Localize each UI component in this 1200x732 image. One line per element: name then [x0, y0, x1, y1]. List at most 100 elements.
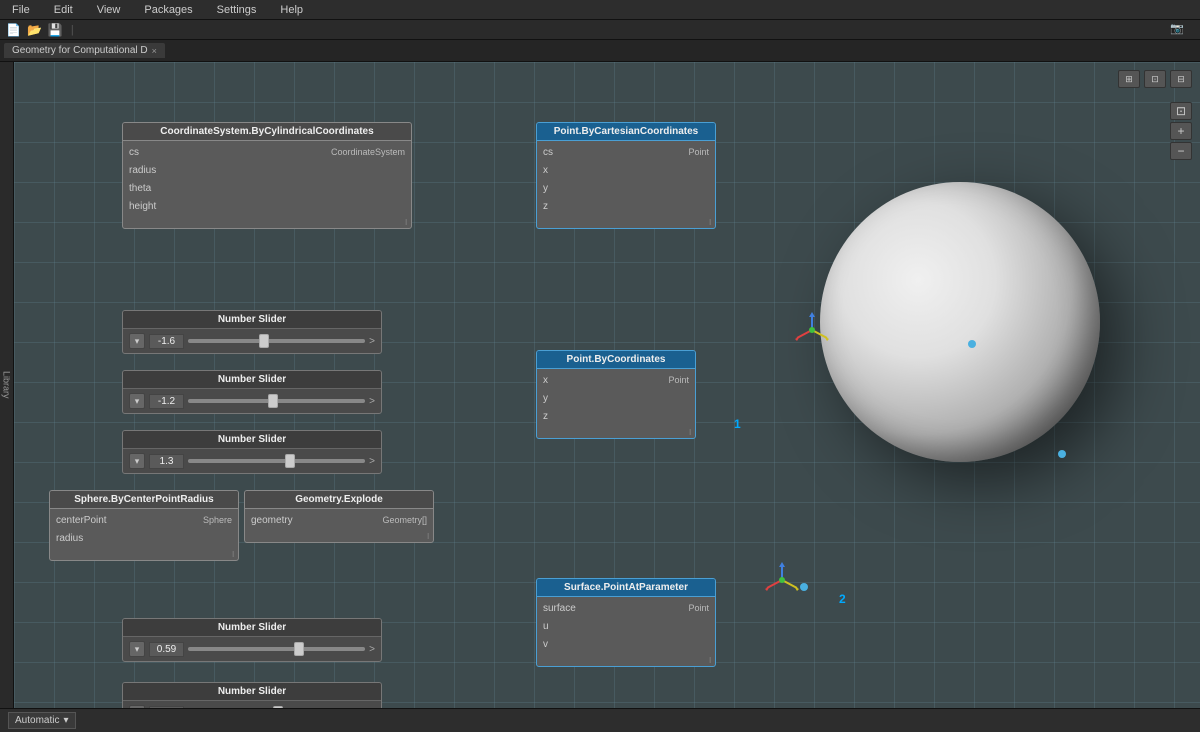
port-row-pbc-cs: cs Point: [537, 143, 715, 161]
node-point-cartesian[interactable]: Point.ByCartesianCoordinates cs Point x …: [536, 122, 716, 229]
active-tab[interactable]: Geometry for Computational D ×: [4, 43, 165, 58]
node-pbc2-header: Point.ByCoordinates: [537, 351, 695, 369]
menu-view[interactable]: View: [93, 4, 125, 16]
slider-4-thumb[interactable]: [294, 642, 304, 656]
node-sphere[interactable]: Sphere.ByCenterPointRadius centerPoint S…: [49, 490, 239, 561]
slider-3-down[interactable]: ▾: [129, 453, 145, 469]
port-row-pbc-y: y: [537, 179, 715, 197]
port-row-theta: theta: [123, 179, 411, 197]
slider-2-body: ▾ -1.2 >: [123, 389, 381, 413]
sphere-shape: [820, 182, 1100, 462]
main-layout: Library: [0, 62, 1200, 708]
port-row-radius: radius: [123, 161, 411, 179]
canvas-btn-2[interactable]: ⊡: [1144, 70, 1166, 88]
library-sidebar[interactable]: Library: [0, 62, 14, 708]
slider-3-gt[interactable]: >: [369, 456, 375, 467]
node-surface-header: Surface.PointAtParameter: [537, 579, 715, 597]
sphere-dot: [968, 340, 976, 348]
point-label-2: 2: [839, 592, 846, 606]
node-pbc2-footer: l: [537, 427, 695, 438]
menu-edit[interactable]: Edit: [50, 4, 77, 16]
slider-node-2[interactable]: Number Slider ▾ -1.2 >: [122, 370, 382, 414]
slider-2-value: -1.2: [149, 394, 184, 409]
port-row-height: height: [123, 197, 411, 215]
slider-node-5[interactable]: Number Slider ▾ 0.33 >: [122, 682, 382, 708]
node-surface-footer: l: [537, 655, 715, 666]
menubar: File Edit View Packages Settings Help: [0, 0, 1200, 20]
slider-2-thumb[interactable]: [268, 394, 278, 408]
port-row-surf-surface: surface Point: [537, 599, 715, 617]
slider-5-gt[interactable]: >: [369, 708, 375, 709]
slider-5-thumb[interactable]: [273, 706, 283, 708]
menu-help[interactable]: Help: [276, 4, 307, 16]
port-row-pbc2-z: z: [537, 407, 695, 425]
menu-packages[interactable]: Packages: [140, 4, 196, 16]
axis-svg-2: [762, 560, 802, 600]
node-explode-footer: l: [245, 531, 433, 542]
toolbar-save-icon[interactable]: 💾: [48, 23, 63, 37]
canvas-btn-1[interactable]: ⊞: [1118, 70, 1140, 88]
port-row-pbc-z: z: [537, 197, 715, 215]
toolbar-open-icon[interactable]: 📂: [27, 23, 42, 37]
slider-1-down[interactable]: ▾: [129, 333, 145, 349]
node-point-bycoords[interactable]: Point.ByCoordinates x Point y z l: [536, 350, 696, 439]
slider-1-thumb[interactable]: [259, 334, 269, 348]
port-row-sphere-cp: centerPoint Sphere: [50, 511, 238, 529]
slider-4-gt[interactable]: >: [369, 644, 375, 655]
menu-file[interactable]: File: [8, 4, 34, 16]
slider-1-gt[interactable]: >: [369, 336, 375, 347]
slider-3-track[interactable]: [188, 459, 365, 463]
slider-3-thumb[interactable]: [285, 454, 295, 468]
slider-2-down[interactable]: ▾: [129, 393, 145, 409]
node-sphere-body: centerPoint Sphere radius: [50, 509, 238, 549]
node-coord-header: CoordinateSystem.ByCylindricalCoordinate…: [123, 123, 411, 141]
canvas[interactable]: CoordinateSystem.ByCylindricalCoordinate…: [14, 62, 1200, 708]
slider-3-body: ▾ 1.3 >: [123, 449, 381, 473]
node-surface-body: surface Point u v: [537, 597, 715, 655]
menu-settings[interactable]: Settings: [213, 4, 261, 16]
slider-2-gt[interactable]: >: [369, 396, 375, 407]
zoom-fit-button[interactable]: ⊡: [1170, 102, 1192, 120]
slider-node-4[interactable]: Number Slider ▾ 0.59 >: [122, 618, 382, 662]
node-geometry-explode[interactable]: Geometry.Explode geometry Geometry[] l: [244, 490, 434, 543]
run-mode-dropdown[interactable]: Automatic ▾: [8, 712, 76, 729]
point-label-1: 1: [734, 417, 741, 431]
node-surface-point[interactable]: Surface.PointAtParameter surface Point u…: [536, 578, 716, 667]
canvas-btn-3[interactable]: ⊟: [1170, 70, 1192, 88]
node-point-cartesian-header: Point.ByCartesianCoordinates: [537, 123, 715, 141]
run-mode-label: Automatic: [15, 715, 59, 726]
port-row-surf-v: v: [537, 635, 715, 653]
slider-2-track[interactable]: [188, 399, 365, 403]
toolbar-screenshot-icon[interactable]: 📷: [1170, 22, 1184, 35]
slider-3-value: 1.3: [149, 454, 184, 469]
slider-node-1[interactable]: Number Slider ▾ -1.6 >: [122, 310, 382, 354]
canvas-toolbar: ⊞ ⊡ ⊟: [1118, 70, 1192, 88]
tab-close-button[interactable]: ×: [152, 46, 157, 56]
slider-1-track[interactable]: [188, 339, 365, 343]
port-row-pbc2-x: x Point: [537, 371, 695, 389]
port-row-pbc2-y: y: [537, 389, 695, 407]
zoom-out-button[interactable]: −: [1170, 142, 1192, 160]
node-explode-header: Geometry.Explode: [245, 491, 433, 509]
slider-4-value: 0.59: [149, 642, 184, 657]
node-coordinate-system[interactable]: CoordinateSystem.ByCylindricalCoordinate…: [122, 122, 412, 229]
slider-1-body: ▾ -1.6 >: [123, 329, 381, 353]
tabbar: Geometry for Computational D ×: [0, 40, 1200, 62]
slider-node-3[interactable]: Number Slider ▾ 1.3 >: [122, 430, 382, 474]
port-row-explode-geo: geometry Geometry[]: [245, 511, 433, 529]
axis-svg-1: [792, 310, 832, 350]
tab-label: Geometry for Computational D: [12, 45, 148, 56]
axis-indicator-1: [792, 310, 832, 353]
run-mode-arrow: ▾: [63, 715, 68, 726]
node-point-cartesian-body: cs Point x y z: [537, 141, 715, 217]
toolbar-new-icon[interactable]: 📄: [6, 23, 21, 37]
slider-4-track[interactable]: [188, 647, 365, 651]
port-row-sphere-r: radius: [50, 529, 238, 547]
node-pbc-footer: l: [537, 217, 715, 228]
slider-4-down[interactable]: ▾: [129, 641, 145, 657]
zoom-in-button[interactable]: +: [1170, 122, 1192, 140]
slider-5-down[interactable]: ▾: [129, 705, 145, 708]
slider-2-header: Number Slider: [123, 371, 381, 389]
node-coord-footer: l: [123, 217, 411, 228]
slider-5-body: ▾ 0.33 >: [123, 701, 381, 708]
